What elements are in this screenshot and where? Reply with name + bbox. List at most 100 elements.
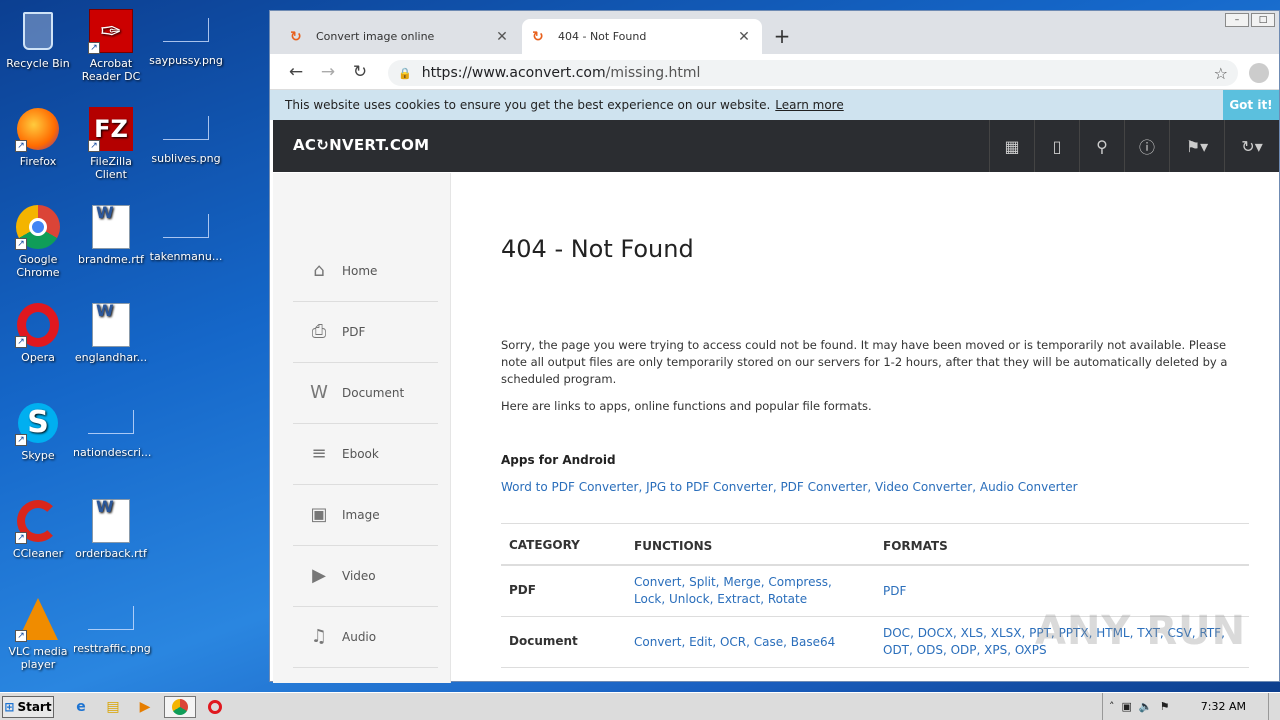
- search-icon[interactable]: ⚲: [1079, 120, 1124, 172]
- close-tab-icon[interactable]: ✕: [736, 29, 752, 45]
- cookie-text: This website uses cookies to ensure you …: [285, 98, 771, 112]
- ebook-icon: ≡: [311, 443, 327, 464]
- word-document-icon: W: [88, 204, 134, 250]
- site-logo[interactable]: AC↻NVERT.COM: [293, 136, 429, 154]
- address-bar[interactable]: 🔒 https://www.aconvert.com/missing.html …: [388, 60, 1238, 86]
- flag-icon[interactable]: ⚑: [1160, 700, 1170, 713]
- close-tab-icon[interactable]: ✕: [494, 29, 510, 45]
- desktop-icon-englandhar[interactable]: W englandhar...: [73, 302, 149, 365]
- column-header: CATEGORY: [509, 538, 580, 552]
- desktop-icon-recycle-bin[interactable]: Recycle Bin: [0, 8, 76, 70]
- grid-icon[interactable]: ▦: [989, 120, 1034, 172]
- ie-taskbar-icon[interactable]: e: [68, 696, 94, 718]
- address-toolbar: ← → ↻ 🔒 https://www.aconvert.com/missing…: [270, 54, 1279, 90]
- forward-arrow-icon[interactable]: →: [312, 62, 344, 82]
- desktop-icon-sublives[interactable]: sublives.png: [148, 106, 224, 165]
- word-document-icon: W: [88, 302, 134, 348]
- functions-cell[interactable]: Convert, Edit, OCR, Case, Base64: [634, 634, 859, 651]
- desktop-icon-chrome[interactable]: ↗ Google Chrome: [0, 204, 76, 279]
- sidebar-item-label: Audio: [342, 630, 377, 644]
- learn-more-link[interactable]: Learn more: [775, 98, 843, 112]
- sidebar-item-home[interactable]: ⌂ Home: [293, 241, 438, 302]
- formats-cell[interactable]: PDF: [883, 583, 1248, 600]
- desktop-icon-label: resttraffic.png: [73, 642, 151, 655]
- sidebar-item-label: Home: [342, 264, 378, 278]
- desktop-icon-label: Opera: [21, 351, 55, 364]
- bookmark-star-icon[interactable]: ☆: [1214, 64, 1228, 83]
- tray-expand-icon[interactable]: ˄: [1109, 700, 1115, 713]
- tab-404[interactable]: ↻ 404 - Not Found ✕: [522, 19, 762, 54]
- cookie-banner: This website uses cookies to ensure you …: [270, 90, 1279, 120]
- explorer-taskbar-icon[interactable]: ▤: [100, 696, 126, 718]
- desktop-icon-skype[interactable]: S ↗ Skype: [0, 400, 76, 462]
- sidebar-item-label: Ebook: [342, 447, 379, 461]
- category-cell: Document: [509, 634, 578, 648]
- shortcut-arrow-icon: ↗: [15, 140, 27, 152]
- desktop-icon-ccleaner[interactable]: ↗ CCleaner: [0, 498, 76, 560]
- functions-cell[interactable]: Convert, Split, Merge, Compress, Lock, U…: [634, 574, 859, 608]
- vlc-icon: ↗: [15, 596, 61, 642]
- taskbar: ⊞ Start e ▤ ▶ ˄ ▣ 🔈 ⚑ 7:32 AM: [0, 692, 1280, 720]
- desktop-icon-label: FileZilla Client: [90, 155, 132, 181]
- desktop-icon-label: Firefox: [19, 155, 57, 168]
- filezilla-icon: FZ ↗: [88, 106, 134, 152]
- desktop-icon-acrobat[interactable]: ✑ ↗ Acrobat Reader DC: [73, 8, 149, 83]
- language-icon[interactable]: ⚑▾: [1169, 120, 1224, 172]
- lock-icon: 🔒: [398, 66, 412, 80]
- windows-logo-icon: ⊞: [4, 699, 15, 714]
- column-header: FORMATS: [883, 539, 948, 553]
- image-file-icon: [163, 214, 209, 238]
- network-icon[interactable]: ▣: [1122, 700, 1132, 713]
- desktop-icon-label: brandme.rtf: [78, 253, 144, 266]
- new-tab-button[interactable]: +: [770, 24, 794, 48]
- chrome-taskbar-icon[interactable]: [164, 695, 196, 718]
- desktop-icon-opera[interactable]: ↗ Opera: [0, 302, 76, 364]
- ccleaner-icon: ↗: [15, 498, 61, 544]
- refresh-menu-icon[interactable]: ↻▾: [1224, 120, 1279, 172]
- desktop-icon-label: nationdescri...: [73, 446, 152, 459]
- reload-icon[interactable]: ↻: [344, 62, 376, 82]
- url-path: /missing.html: [605, 65, 701, 81]
- desktop-icon-filezilla[interactable]: FZ ↗ FileZilla Client: [73, 106, 149, 181]
- desktop-icon-saypussy[interactable]: saypussy.png: [148, 8, 224, 67]
- apps-links[interactable]: Word to PDF Converter, JPG to PDF Conver…: [501, 480, 1078, 494]
- tab-convert-image[interactable]: ↻ Convert image online ✕: [280, 19, 520, 54]
- audio-icon: ♫: [310, 626, 328, 647]
- clock[interactable]: 7:32 AM: [1201, 700, 1246, 713]
- opera-icon: ↗: [15, 302, 61, 348]
- tablet-icon[interactable]: ▯: [1034, 120, 1079, 172]
- sidebar-item-ebook[interactable]: ≡ Ebook: [293, 424, 438, 485]
- volume-icon[interactable]: 🔈: [1139, 700, 1153, 713]
- sidebar-item-image[interactable]: ▣ Image: [293, 485, 438, 546]
- got-it-button[interactable]: Got it!: [1223, 90, 1279, 120]
- minimize-icon[interactable]: –: [1225, 13, 1249, 27]
- opera-taskbar-icon[interactable]: [202, 696, 228, 718]
- sidebar-item-video[interactable]: ▶ Video: [293, 546, 438, 607]
- system-tray: ˄ ▣ 🔈 ⚑: [1102, 693, 1280, 720]
- desktop-icon-orderback[interactable]: W orderback.rtf: [73, 498, 149, 561]
- desktop-icon-nationdescri[interactable]: nationdescri...: [73, 400, 152, 459]
- show-desktop-button[interactable]: [1268, 693, 1280, 720]
- back-arrow-icon[interactable]: ←: [280, 62, 312, 82]
- tab-strip: ↻ Convert image online ✕ ↻ 404 - Not Fou…: [270, 11, 1279, 54]
- media-player-taskbar-icon[interactable]: ▶: [132, 696, 158, 718]
- home-icon: ⌂: [313, 260, 325, 281]
- tab-title: Convert image online: [316, 30, 435, 43]
- profile-avatar-icon[interactable]: [1249, 63, 1269, 83]
- desktop-icon-takenmanu[interactable]: takenmanu...: [148, 204, 224, 263]
- desktop-icon-vlc[interactable]: ↗ VLC media player: [0, 596, 76, 671]
- document-icon: W: [310, 382, 328, 403]
- shortcut-arrow-icon: ↗: [15, 532, 27, 544]
- sidebar-item-label: Document: [342, 386, 405, 400]
- maximize-icon[interactable]: □: [1251, 13, 1275, 27]
- desktop-icon-firefox[interactable]: ↗ Firefox: [0, 106, 76, 168]
- page-title: 404 - Not Found: [501, 235, 694, 263]
- desktop-icon-resttraffic[interactable]: resttraffic.png: [73, 596, 151, 655]
- sidebar-item-audio[interactable]: ♫ Audio: [293, 607, 438, 668]
- start-label: Start: [17, 699, 52, 714]
- help-icon[interactable]: ⓘ: [1124, 120, 1169, 172]
- sidebar-item-document[interactable]: W Document: [293, 363, 438, 424]
- desktop-icon-brandme[interactable]: W brandme.rtf: [73, 204, 149, 267]
- start-button[interactable]: ⊞ Start: [2, 695, 54, 718]
- sidebar-item-pdf[interactable]: ⎙ PDF: [293, 302, 438, 363]
